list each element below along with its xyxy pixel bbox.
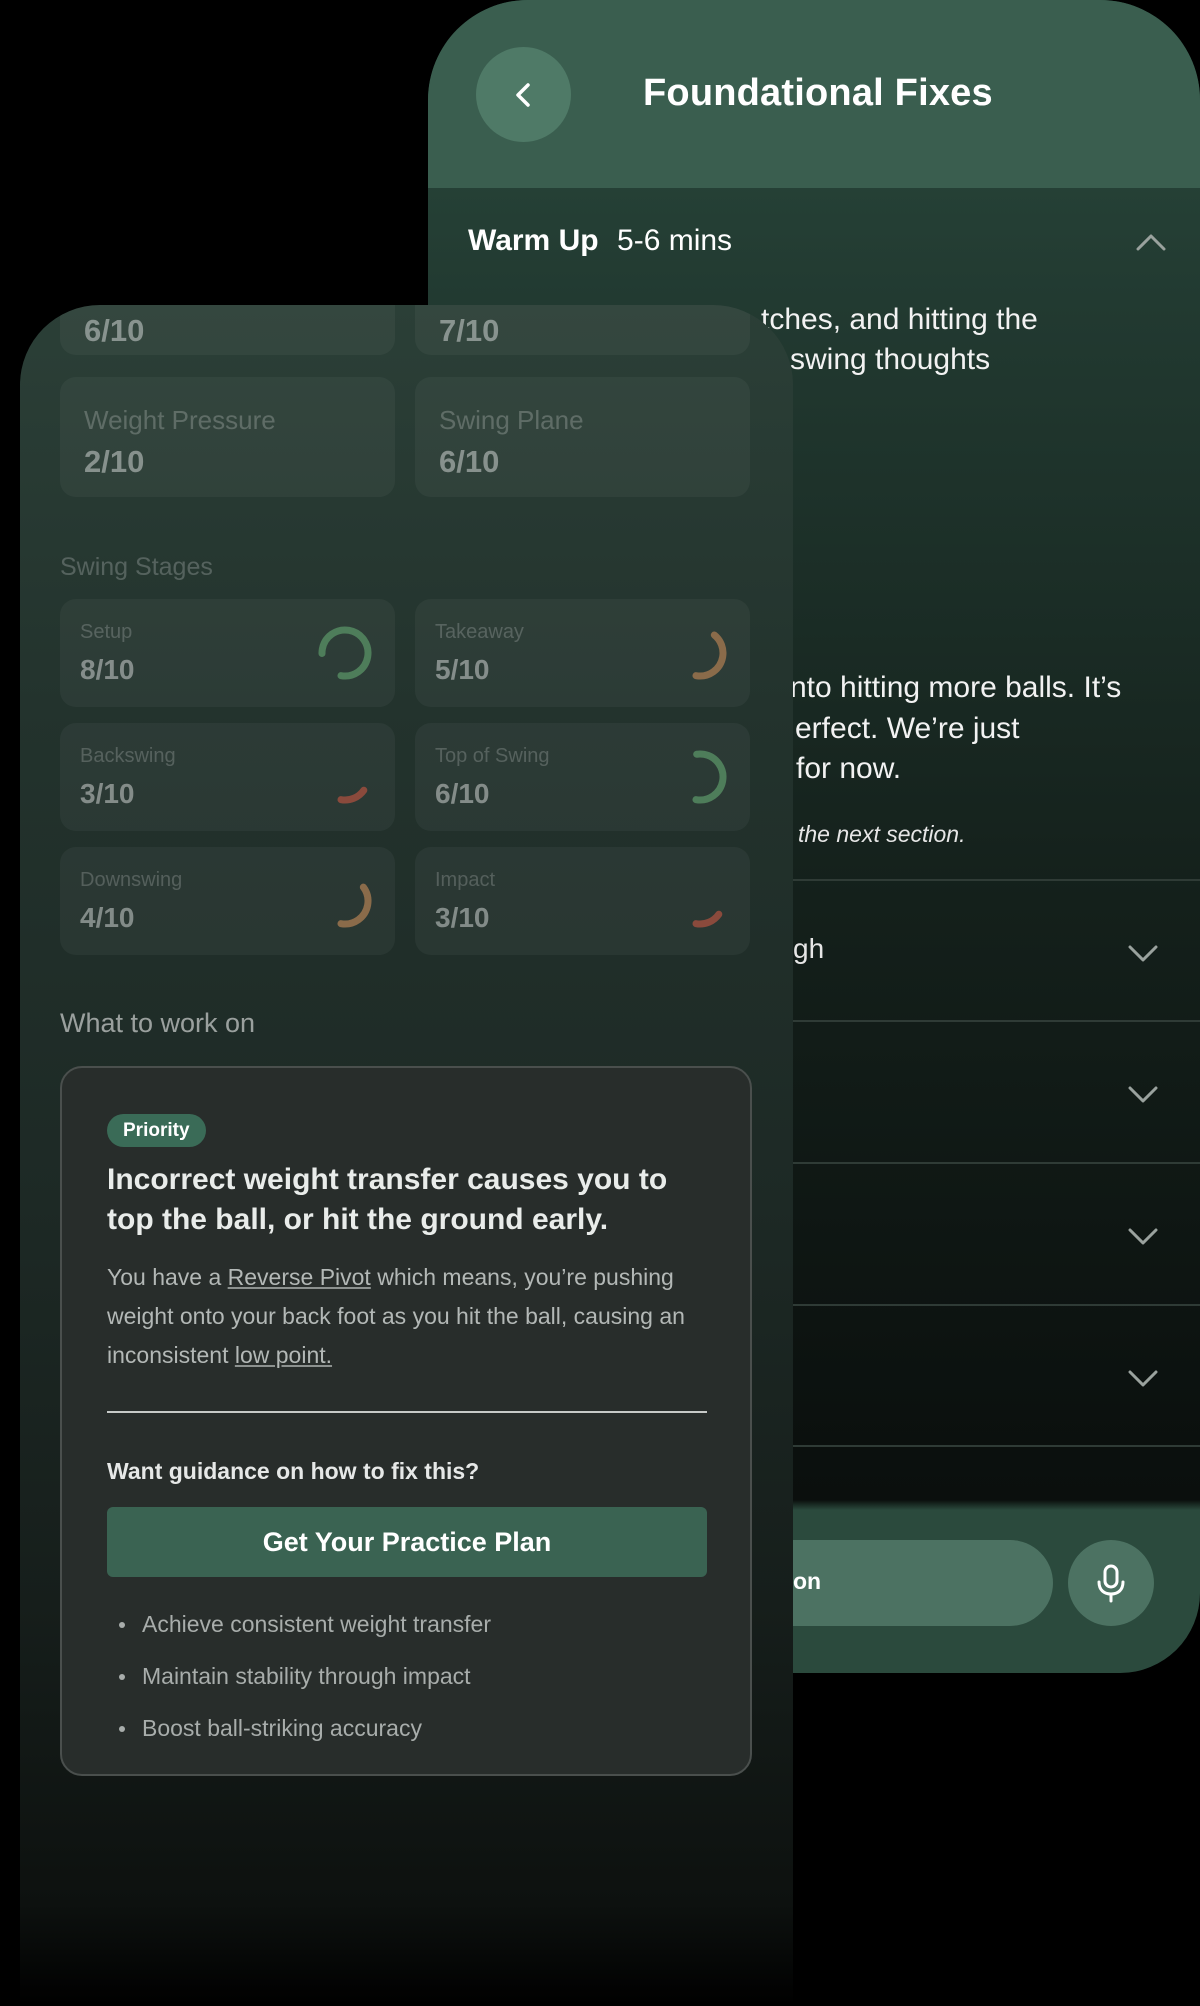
metric-card-swing-plane[interactable]: Swing Plane 6/10 [415, 377, 750, 497]
warm-up-text-line: erfect. We’re just [795, 712, 1020, 745]
priority-title: Incorrect weight transfer causes you to … [107, 1163, 668, 1236]
chevron-down-icon [1128, 945, 1158, 962]
stage-card[interactable]: Setup 8/10 [60, 599, 395, 707]
priority-badge: Priority [107, 1114, 206, 1147]
warm-up-text-line: tches, and hitting the [761, 303, 1038, 336]
warm-up-duration: 5-6 mins [617, 224, 733, 257]
benefit-item: Boost ball-striking accuracy [107, 1702, 491, 1754]
warm-up-note: the next section. [798, 821, 966, 847]
metric-title: Weight Pressure [84, 405, 276, 435]
stage-score: 3/10 [80, 778, 135, 809]
stage-progress-ring [318, 750, 372, 804]
benefit-item: Achieve consistent weight transfer [107, 1598, 491, 1650]
warm-up-text-line: nto hitting more balls. It’s [790, 671, 1122, 704]
stage-score: 8/10 [80, 654, 135, 685]
metric-score: 2/10 [84, 444, 145, 479]
stage-progress-ring [673, 626, 727, 680]
stage-title: Takeaway [435, 621, 524, 643]
benefit-item: Maintain stability through impact [107, 1650, 491, 1702]
divider [107, 1411, 707, 1413]
mic-button[interactable] [1068, 1540, 1154, 1626]
chevron-down-icon [1128, 1370, 1158, 1387]
microphone-icon [1097, 1564, 1125, 1603]
warm-up-text-line: swing thoughts [790, 343, 991, 376]
section-label: gh [793, 933, 825, 964]
chevron-down-icon [1128, 1086, 1158, 1103]
stage-title: Impact [435, 869, 496, 891]
swing-stages-heading: Swing Stages [60, 553, 213, 581]
score-value: 6/10 [84, 313, 145, 348]
stage-card[interactable]: Takeaway 5/10 [415, 599, 750, 707]
reverse-pivot-link[interactable]: Reverse Pivot [228, 1264, 371, 1290]
stage-card[interactable]: Impact 3/10 [415, 847, 750, 955]
warm-up-title: Warm Up [468, 224, 599, 257]
stage-title: Downswing [80, 869, 183, 891]
swing-report-screen: 6/10 7/10 Weight Pressure 2/10 Swing Pla… [20, 305, 793, 2006]
practice-plan-button[interactable]: Get Your Practice Plan [107, 1507, 707, 1577]
score-card[interactable]: 7/10 [415, 305, 750, 355]
stage-card[interactable]: Top of Swing 6/10 [415, 723, 750, 831]
score-card[interactable]: 6/10 [60, 305, 395, 355]
metric-score: 6/10 [439, 444, 500, 479]
page-title: Foundational Fixes [643, 72, 993, 114]
warm-up-text-line: for now. [796, 752, 902, 785]
stage-card[interactable]: Backswing 3/10 [60, 723, 395, 831]
metric-title: Swing Plane [439, 405, 584, 435]
chevron-down-icon [1128, 1228, 1158, 1245]
priority-description: You have a Reverse Pivot which means, yo… [107, 1258, 717, 1375]
fixes-header: Foundational Fixes [428, 0, 1200, 188]
chevron-up-icon [1136, 234, 1166, 251]
message-input-text: on [793, 1568, 822, 1594]
stage-card[interactable]: Downswing 4/10 [60, 847, 395, 955]
warm-up-header[interactable]: Warm Up 5-6 mins [468, 224, 1168, 264]
stage-score: 3/10 [435, 902, 490, 933]
stage-score: 6/10 [435, 778, 490, 809]
description-text: You have a [107, 1264, 228, 1290]
stage-title: Backswing [80, 745, 176, 767]
stage-progress-ring [673, 750, 727, 804]
benefits-list: Achieve consistent weight transfer Maint… [107, 1598, 491, 1754]
stage-score: 4/10 [80, 902, 135, 933]
guidance-question: Want guidance on how to fix this? [107, 1458, 480, 1484]
back-button[interactable] [476, 47, 571, 142]
stage-title: Setup [80, 621, 133, 643]
stage-title: Top of Swing [435, 745, 550, 767]
stage-progress-ring [673, 874, 727, 928]
priority-card: Priority Incorrect weight transfer cause… [60, 1066, 752, 1776]
low-point-link[interactable]: low point. [235, 1342, 332, 1368]
metric-card-weight-pressure[interactable]: Weight Pressure 2/10 [60, 377, 395, 497]
score-value: 7/10 [439, 313, 500, 348]
work-on-heading: What to work on [60, 1008, 256, 1038]
stage-progress-ring [318, 626, 372, 680]
stage-score: 5/10 [435, 654, 490, 685]
stage-progress-ring [318, 874, 372, 928]
chevron-left-icon [515, 82, 530, 107]
